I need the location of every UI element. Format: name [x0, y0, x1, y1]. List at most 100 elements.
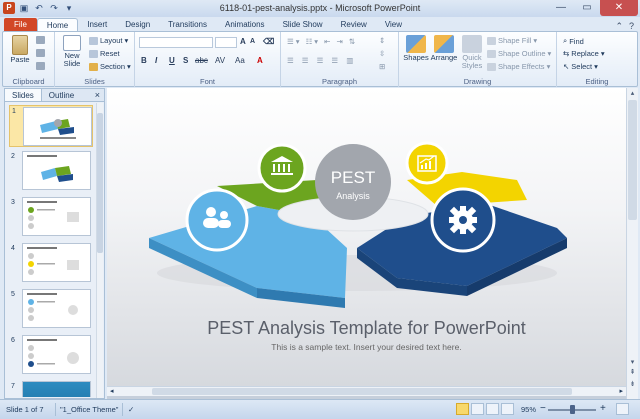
text-direction-icon[interactable]: ⇕ — [379, 36, 385, 45]
clear-formatting-icon[interactable]: ⌫ — [263, 37, 274, 46]
smartart-icon[interactable]: ⊞ — [379, 62, 385, 71]
pest-diagram — [149, 141, 567, 308]
select-button[interactable]: ↖ Select ▾ — [563, 62, 598, 71]
strikethrough-button[interactable]: abc — [195, 56, 208, 65]
tab-view[interactable]: View — [376, 18, 411, 32]
slide-canvas[interactable]: PEST Analysis PEST Analysis Template for… — [107, 88, 626, 386]
reading-view-icon[interactable] — [486, 403, 499, 415]
zoom-in-icon[interactable]: + — [600, 403, 606, 414]
reset-button[interactable]: Reset — [89, 49, 120, 58]
zoom-slider-thumb[interactable] — [570, 405, 575, 414]
slide-title[interactable]: PEST Analysis Template for PowerPoint — [107, 318, 626, 339]
font-color-button[interactable]: A — [257, 56, 263, 65]
center-title: PEST — [330, 168, 376, 187]
pane-scroll-thumb[interactable] — [97, 113, 103, 253]
shrink-font-button[interactable]: A — [250, 38, 255, 45]
slide-thumbnail-1[interactable]: 1 — [9, 105, 93, 147]
horizontal-scroll-thumb[interactable] — [152, 388, 572, 395]
paste-button[interactable]: Paste — [7, 35, 33, 64]
minimize-icon[interactable]: — — [548, 0, 574, 16]
chevron-down-icon: ▾ — [546, 62, 551, 71]
previous-slide-icon[interactable]: ⇞ — [627, 368, 638, 376]
grow-font-button[interactable]: A — [240, 37, 246, 46]
alignment-buttons[interactable]: ☰ ☰ ☰ ☰ ▥ — [287, 56, 356, 65]
thumbnail-image — [22, 381, 91, 397]
spell-check-icon[interactable]: ✓ — [128, 405, 134, 414]
scroll-up-icon[interactable]: ▴ — [627, 89, 638, 97]
center-subtitle: Analysis — [336, 191, 370, 201]
tab-design[interactable]: Design — [116, 18, 159, 32]
scroll-down-icon[interactable]: ▾ — [627, 358, 638, 366]
char-spacing-button[interactable]: AV — [215, 56, 225, 65]
format-painter-icon — [36, 62, 45, 70]
slide-thumbnail-3[interactable]: 3 — [9, 197, 93, 239]
slide-show-view-icon[interactable] — [501, 403, 514, 415]
thumbnail-number: 6 — [11, 337, 15, 344]
tab-file[interactable]: File — [4, 18, 37, 32]
powerpoint-window: P ▣ ↶ ↷ ▾ 6118-01-pest-analysis.pptx - M… — [0, 0, 640, 419]
tab-animations[interactable]: Animations — [216, 18, 274, 32]
shape-fill-button[interactable]: Shape Fill ▾ — [487, 36, 537, 45]
section-button[interactable]: Section ▾ — [89, 62, 131, 71]
horizontal-scrollbar[interactable]: ◂ ▸ — [107, 386, 626, 396]
tab-review[interactable]: Review — [332, 18, 376, 32]
slide-thumbnail-7[interactable]: 7 — [9, 381, 93, 397]
italic-button[interactable]: I — [155, 56, 157, 65]
quick-styles-button[interactable]: Quick Styles — [460, 35, 484, 70]
shape-effects-button[interactable]: Shape Effects ▾ — [487, 62, 550, 71]
list-buttons[interactable]: ☰▾ ☷▾ ⇤ ⇥ ⇅ — [287, 37, 357, 46]
paragraph-group-label: Paragraph — [321, 77, 358, 86]
editing-group-label: Editing — [585, 77, 609, 86]
underline-button[interactable]: U — [169, 56, 175, 65]
cut-button[interactable] — [36, 36, 45, 44]
next-slide-icon[interactable]: ⇟ — [627, 380, 638, 388]
vertical-scroll-thumb[interactable] — [628, 100, 637, 220]
tab-transitions[interactable]: Transitions — [159, 18, 216, 32]
scroll-right-icon[interactable]: ▸ — [619, 387, 623, 395]
close-icon[interactable]: ✕ — [600, 0, 638, 16]
normal-view-icon[interactable] — [456, 403, 469, 415]
clipboard-group-label: Clipboard — [12, 77, 45, 86]
replace-button[interactable]: ⇆ Replace ▾ — [563, 49, 605, 58]
layout-button[interactable]: Layout ▾ — [89, 36, 128, 45]
bold-button[interactable]: B — [141, 56, 147, 65]
copy-button[interactable] — [36, 49, 45, 57]
vertical-scrollbar[interactable]: ▴ ▾ ⇞ ⇟ — [626, 88, 638, 399]
find-button[interactable]: ⌕ Find — [563, 36, 584, 46]
slide-subtitle[interactable]: This is a sample text. Insert your desir… — [107, 342, 626, 352]
slide-thumbnail-6[interactable]: 6 — [9, 335, 93, 377]
tab-home[interactable]: Home — [36, 18, 79, 32]
shape-outline-button[interactable]: Shape Outline ▾ — [487, 49, 551, 58]
align-text-icon[interactable]: ⇳ — [379, 49, 385, 58]
tab-slides[interactable]: Slides — [5, 89, 42, 101]
thumbnail-image — [22, 197, 91, 236]
new-slide-button[interactable]: New Slide — [59, 35, 85, 68]
slide-thumbnail-2[interactable]: 2 — [9, 151, 93, 193]
font-size-select[interactable] — [215, 37, 237, 48]
zoom-out-icon[interactable]: − — [540, 403, 546, 414]
zoom-level[interactable]: 95% — [521, 405, 536, 414]
slide-sorter-view-icon[interactable] — [471, 403, 484, 415]
theme-name: "1_Office Theme" — [60, 405, 119, 414]
tab-outline[interactable]: Outline — [42, 89, 81, 101]
fit-to-window-icon[interactable] — [616, 403, 629, 415]
shapes-button[interactable]: Shapes — [403, 35, 429, 62]
drawing-group-label: Drawing — [463, 77, 492, 86]
gear-icon — [449, 206, 477, 234]
slide-thumbnail-5[interactable]: 5 — [9, 289, 93, 331]
maximize-icon[interactable]: ▭ — [574, 0, 600, 16]
shadow-button[interactable]: S — [183, 56, 188, 65]
arrange-button[interactable]: Arrange — [430, 35, 458, 62]
reset-icon — [89, 49, 98, 58]
change-case-button[interactable]: Aa — [235, 56, 245, 65]
slide-thumbnail-4[interactable]: 4 — [9, 243, 93, 285]
scroll-left-icon[interactable]: ◂ — [110, 387, 114, 395]
pane-scrollbar[interactable] — [96, 103, 103, 398]
font-name-select[interactable] — [139, 37, 213, 48]
tab-insert[interactable]: Insert — [78, 18, 116, 32]
thumbnail-preview — [27, 201, 79, 229]
close-icon[interactable]: × — [95, 89, 104, 101]
format-painter-button[interactable] — [36, 62, 45, 70]
tab-slide-show[interactable]: Slide Show — [274, 18, 332, 32]
slide-thumbnail-pane: Slides Outline × 1 2 3 4 5 6 7 — [4, 88, 105, 399]
